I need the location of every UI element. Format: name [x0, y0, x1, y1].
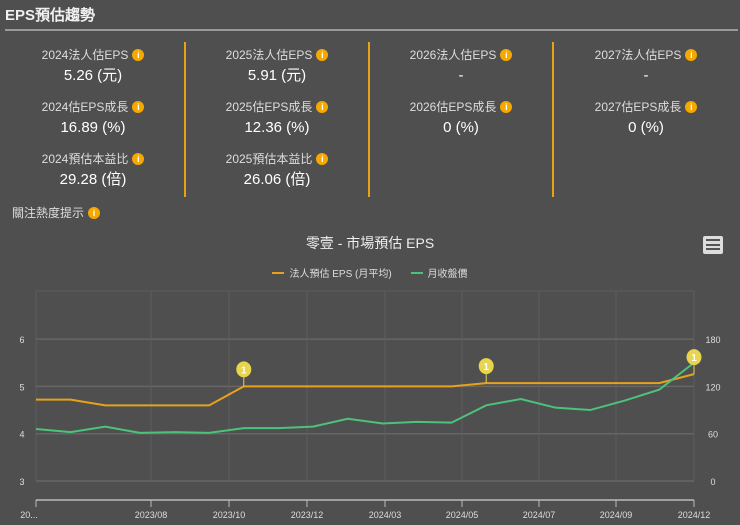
flag-label: 1 — [483, 362, 489, 373]
right-axis-tick: 60 — [708, 430, 718, 440]
right-axis-tick: 0 — [710, 477, 715, 487]
x-tick-label: 2024/09 — [600, 510, 633, 520]
right-axis-tick: 120 — [705, 382, 720, 392]
x-tick-label: 2024/12 — [678, 510, 711, 520]
flag-label: 1 — [691, 353, 697, 364]
x-tick-label: 2024/03 — [369, 510, 402, 520]
left-axis-tick: 5 — [19, 382, 24, 392]
left-axis-tick: 4 — [19, 430, 24, 440]
series-line-0 — [36, 373, 695, 407]
series-line-1 — [35, 361, 695, 434]
x-tick-label: 20... — [20, 510, 38, 520]
left-axis-tick: 3 — [19, 477, 24, 487]
eps-chart: 3 0 4 60 5 120 6 180 20... 2023/08 2023/10 2023/12 2… — [19, 290, 721, 520]
x-tick-label: 2023/12 — [291, 510, 324, 520]
x-tick-label: 2024/07 — [523, 510, 556, 520]
left-axis-tick: 6 — [19, 335, 24, 345]
x-tick-label: 2023/10 — [213, 510, 246, 520]
x-tick-label: 2023/08 — [135, 510, 168, 520]
flag-label: 1 — [241, 365, 247, 376]
right-axis-tick: 180 — [705, 335, 720, 345]
x-tick-label: 2024/05 — [446, 510, 479, 520]
